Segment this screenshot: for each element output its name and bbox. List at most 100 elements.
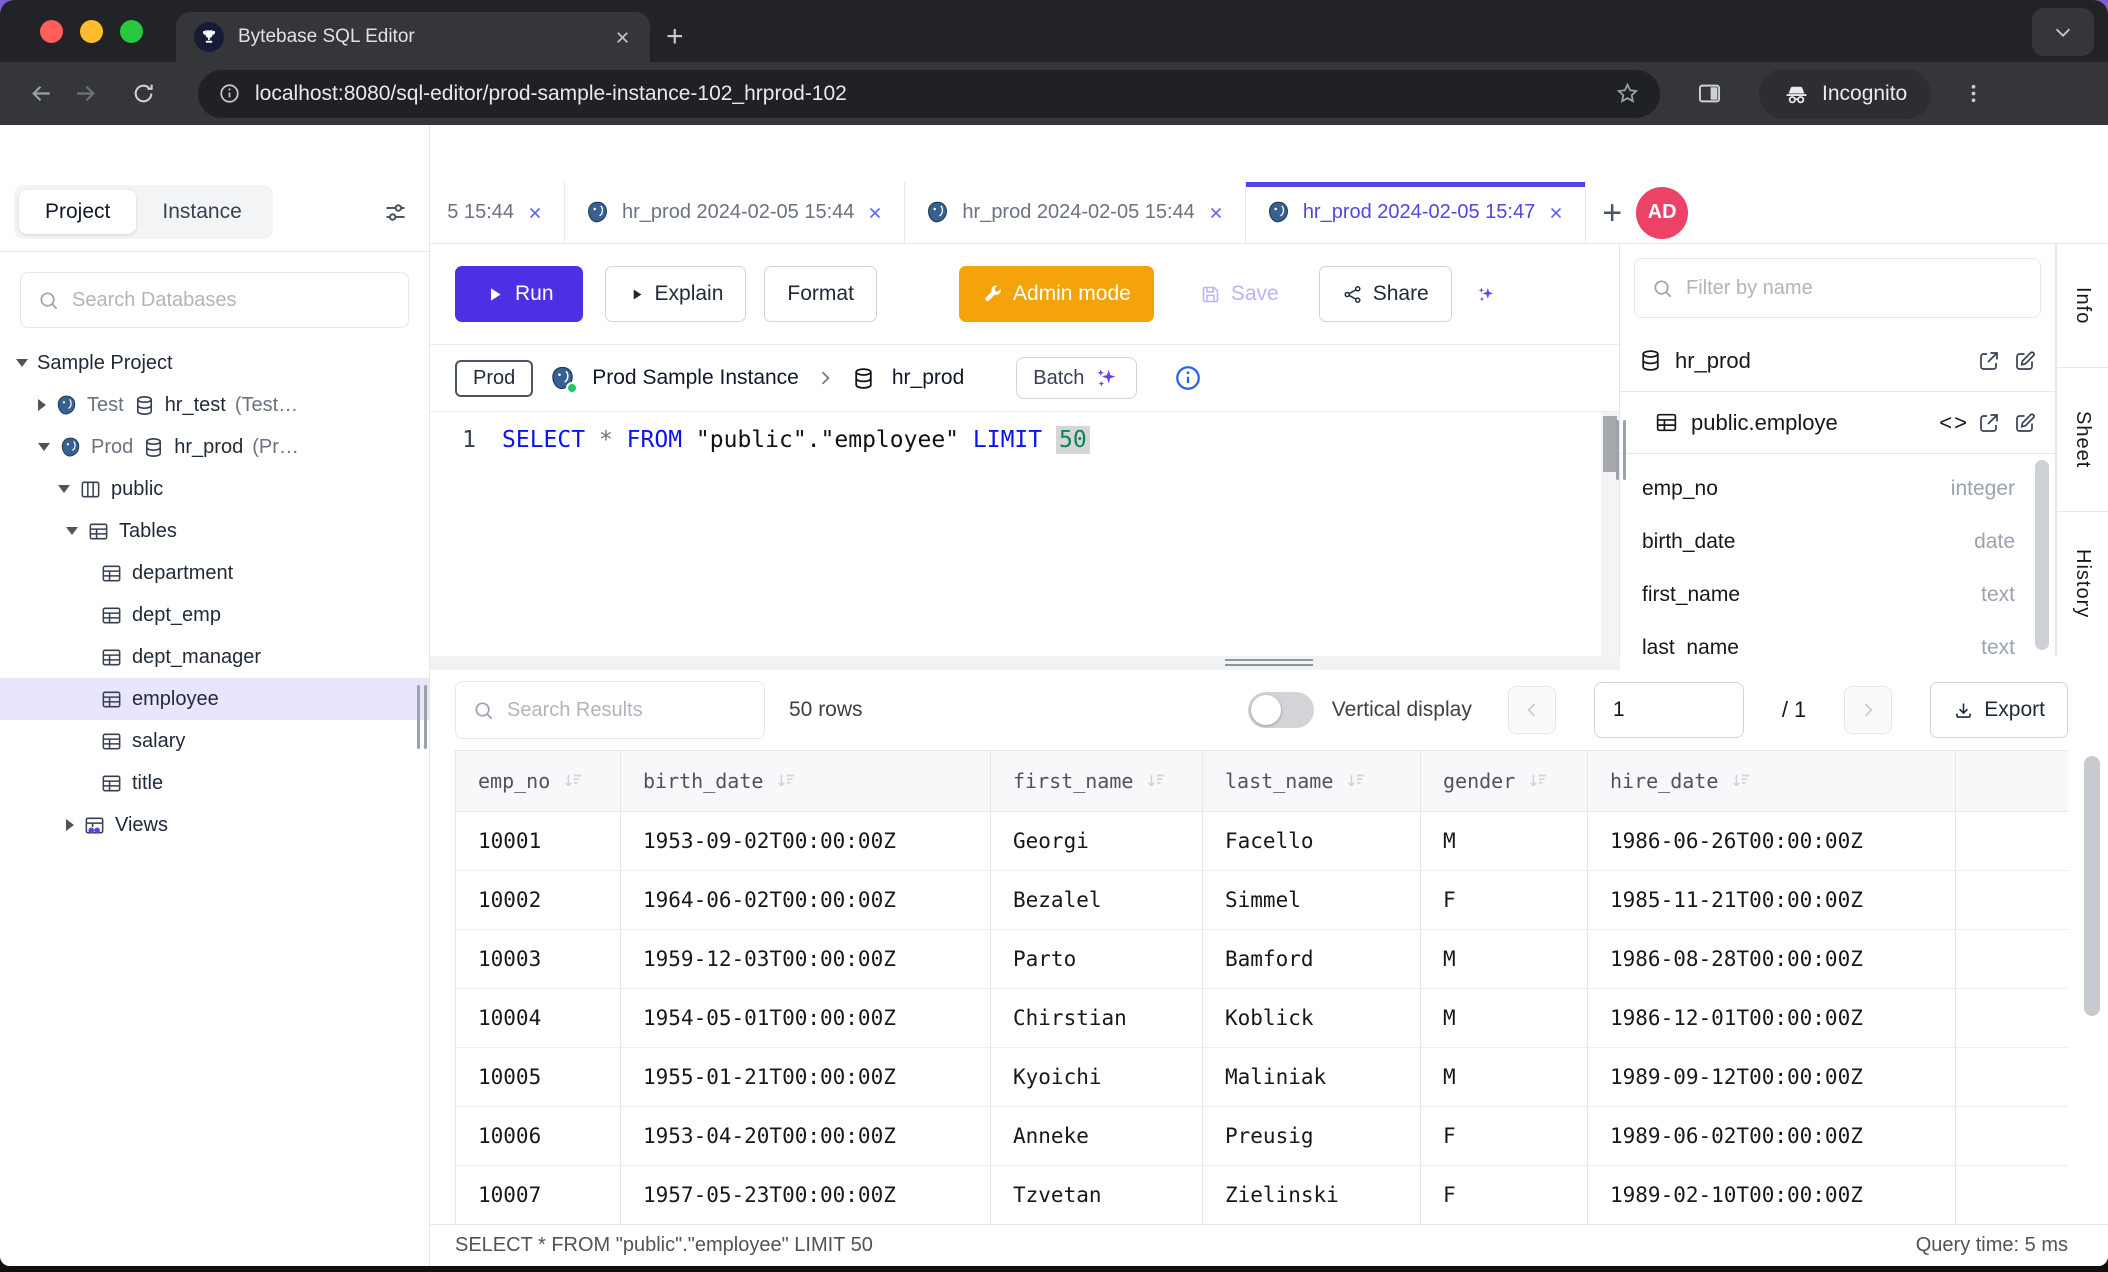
caret-right-icon[interactable] [38,399,46,411]
tree-item-table[interactable]: dept_manager [0,636,429,678]
table-cell[interactable]: 1957-05-23T00:00:00Z [621,1166,991,1224]
tab-project[interactable]: Project [19,190,136,234]
column-header[interactable]: emp_no [456,751,621,811]
rail-tab-history[interactable]: History [2057,512,2108,656]
tree-item-table[interactable]: employee [0,678,429,720]
explain-button[interactable]: Explain [605,266,747,322]
column-row[interactable]: first_nametext [1642,568,2015,621]
tree-item-table[interactable]: salary [0,720,429,762]
page-number-input[interactable] [1594,682,1744,738]
browser-tab[interactable]: Bytebase SQL Editor [176,12,650,62]
editor-tab[interactable]: 5 15:44 [430,182,565,243]
table-cell[interactable]: Georgi [991,812,1203,870]
splitter-grip[interactable] [1225,659,1313,666]
column-header[interactable]: gender [1421,751,1588,811]
panel-resize-handle[interactable] [1616,420,1626,480]
table-row[interactable]: 100031959-12-03T00:00:00ZPartoBamfordM19… [456,930,2068,989]
table-cell[interactable]: 1985-11-21T00:00:00Z [1588,871,1956,929]
table-cell[interactable]: 10007 [456,1166,621,1224]
new-query-tab-button[interactable]: + [1602,196,1622,230]
tree-item-project[interactable]: Sample Project [0,342,429,384]
database-search-input[interactable] [72,289,392,312]
table-cell[interactable]: 1953-04-20T00:00:00Z [621,1107,991,1165]
horizontal-splitter[interactable] [430,656,2108,670]
table-cell[interactable]: F [1421,1107,1588,1165]
table-cell[interactable]: 1989-06-02T00:00:00Z [1588,1107,1956,1165]
tree-item-prod-db[interactable]: Prod hr_prod (Pr… [0,426,429,468]
run-button[interactable]: Run [455,266,583,322]
table-cell[interactable]: 1986-08-28T00:00:00Z [1588,930,1956,988]
admin-mode-button[interactable]: Admin mode [959,266,1154,322]
tree-item-schema-public[interactable]: public [0,468,429,510]
close-tab-icon[interactable] [866,204,884,222]
column-row[interactable]: last_nametext [1642,621,2015,656]
close-tab-icon[interactable] [526,204,544,222]
schema-filter-box[interactable] [1634,258,2041,318]
table-cell[interactable]: Tzvetan [991,1166,1203,1224]
format-button[interactable]: Format [764,266,877,322]
site-info-icon[interactable] [218,82,241,105]
table-cell[interactable]: 1989-02-10T00:00:00Z [1588,1166,1956,1224]
table-row[interactable]: 100041954-05-01T00:00:00ZChirstianKoblic… [456,989,2068,1048]
caret-down-icon[interactable] [38,443,50,451]
next-page-button[interactable] [1844,686,1892,734]
schema-scrollbar[interactable] [2035,460,2049,650]
table-cell[interactable]: M [1421,1048,1588,1106]
table-cell[interactable]: M [1421,812,1588,870]
browser-menu-icon[interactable] [1961,81,1986,106]
ai-assistant-button[interactable] [1470,266,1503,322]
info-circle-icon[interactable] [1173,363,1203,393]
sql-code-editor[interactable]: 1 SELECT * FROM "public"."employee" LIMI… [430,412,1619,656]
edit-icon[interactable] [2013,349,2037,373]
table-cell[interactable]: Zielinski [1203,1166,1421,1224]
table-row[interactable]: 100071957-05-23T00:00:00ZTzvetanZielinsk… [456,1166,2068,1224]
sort-icon[interactable] [775,770,797,792]
sort-icon[interactable] [1345,770,1367,792]
table-cell[interactable]: Koblick [1203,989,1421,1047]
zoom-window-button[interactable] [120,20,143,43]
editor-tab[interactable]: hr_prod 2024-02-05 15:44 [565,182,905,243]
close-window-button[interactable] [40,20,63,43]
caret-down-icon[interactable] [66,527,78,535]
column-header[interactable]: birth_date [621,751,991,811]
table-cell[interactable]: 1953-09-02T00:00:00Z [621,812,991,870]
schema-filter-input[interactable] [1686,277,2024,300]
table-cell[interactable]: Preusig [1203,1107,1421,1165]
column-header[interactable]: last_name [1203,751,1421,811]
side-panel-icon[interactable] [1696,80,1723,107]
url-text[interactable]: localhost:8080/sql-editor/prod-sample-in… [255,82,1601,106]
connected-database[interactable]: hr_prod [892,366,964,390]
sort-icon[interactable] [1145,770,1167,792]
edit-icon[interactable] [2013,411,2037,435]
sidebar-resize-handle[interactable] [417,685,427,749]
forward-button[interactable] [68,77,102,111]
reload-button[interactable] [126,77,160,111]
column-row[interactable]: birth_datedate [1642,515,2015,568]
caret-right-icon[interactable] [66,819,74,831]
sort-icon[interactable] [562,770,584,792]
editor-tab[interactable]: hr_prod 2024-02-05 15:44 [905,182,1245,243]
results-scrollbar[interactable] [2084,756,2100,1016]
table-cell[interactable]: 10005 [456,1048,621,1106]
table-cell[interactable]: 1989-09-12T00:00:00Z [1588,1048,1956,1106]
results-search-input[interactable] [507,699,748,722]
table-row[interactable]: 100021964-06-02T00:00:00ZBezalelSimmelF1… [456,871,2068,930]
table-cell[interactable]: F [1421,1166,1588,1224]
table-cell[interactable]: Simmel [1203,871,1421,929]
table-cell[interactable]: 1986-12-01T00:00:00Z [1588,989,1956,1047]
table-cell[interactable]: F [1421,871,1588,929]
editor-tab[interactable]: hr_prod 2024-02-05 15:47 [1246,182,1586,243]
tree-item-table[interactable]: dept_emp [0,594,429,636]
table-cell[interactable]: Parto [991,930,1203,988]
vertical-display-toggle[interactable] [1248,692,1314,728]
tab-instance[interactable]: Instance [136,190,267,234]
address-bar[interactable]: localhost:8080/sql-editor/prod-sample-in… [198,70,1660,118]
table-cell[interactable]: 10001 [456,812,621,870]
browser-new-tab-button[interactable]: + [666,22,684,52]
schema-table-row[interactable]: public.employe < > [1620,392,2055,454]
user-avatar[interactable]: AD [1636,187,1688,239]
external-link-icon[interactable] [1977,349,2001,373]
tree-item-tables[interactable]: Tables [0,510,429,552]
table-row[interactable]: 100051955-01-21T00:00:00ZKyoichiMaliniak… [456,1048,2068,1107]
caret-down-icon[interactable] [16,359,28,367]
